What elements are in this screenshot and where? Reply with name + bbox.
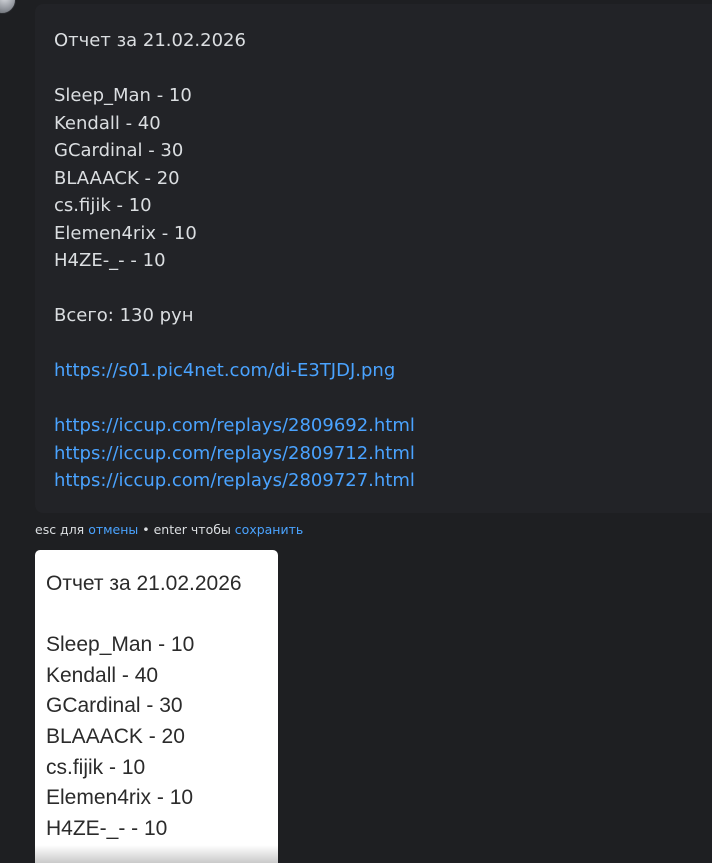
cancel-link[interactable]: отмены [88,522,138,537]
embed-fade [35,845,278,863]
replay-link[interactable]: https://iccup.com/replays/2809712.html [54,440,712,468]
message-line: Sleep_Man - 10 [54,85,192,106]
embed-line: Sleep_Man - 10 [46,633,195,657]
embed-line: Elemen4rix - 10 [46,786,194,810]
message-line [54,55,712,83]
embed-line: Отчет за 21.02.2026 [46,572,242,595]
message-line: GCardinal - 30 [54,140,184,161]
message-line [54,385,712,413]
message-edit-box[interactable]: Отчет за 21.02.2026 Sleep_Man - 10 Kenda… [35,4,712,513]
embed-line [46,600,278,631]
enter-hint-text: • enter чтобы [138,522,235,537]
avatar[interactable] [0,0,16,14]
save-link[interactable]: сохранить [235,522,303,537]
message-line: Отчет за 21.02.2026 [54,30,246,51]
message-line: Elemen4rix - 10 [54,222,197,244]
message-line: BLAAACK - 20 [54,167,180,189]
message-line: Kendall - 40 [54,112,161,134]
image-link[interactable]: https://s01.pic4net.com/di-E3TJDJ.png [54,357,712,385]
embed-line: GCardinal - 30 [46,694,183,718]
message-line: Всего: 130 рун [54,305,194,326]
embed-line: H4ZE-_- - 10 [46,816,168,840]
embed-line: cs.fijik - 10 [46,755,146,779]
embed-line: BLAAACK - 20 [46,724,185,748]
esc-hint-text: esc для [35,522,89,537]
message-line [54,330,712,358]
embed-line: Kendall - 40 [46,663,159,687]
message-line: cs.fijik - 10 [54,195,152,216]
replay-link[interactable]: https://iccup.com/replays/2809692.html [54,412,712,440]
replay-link[interactable]: https://iccup.com/replays/2809727.html [54,467,712,495]
edit-hint: esc для отмены • enter чтобы сохранить [35,522,303,537]
message-line: H4ZE-_- - 10 [54,250,166,271]
image-embed[interactable]: Отчет за 21.02.2026 Sleep_Man - 10 Kenda… [35,550,278,863]
message-line [54,275,712,303]
